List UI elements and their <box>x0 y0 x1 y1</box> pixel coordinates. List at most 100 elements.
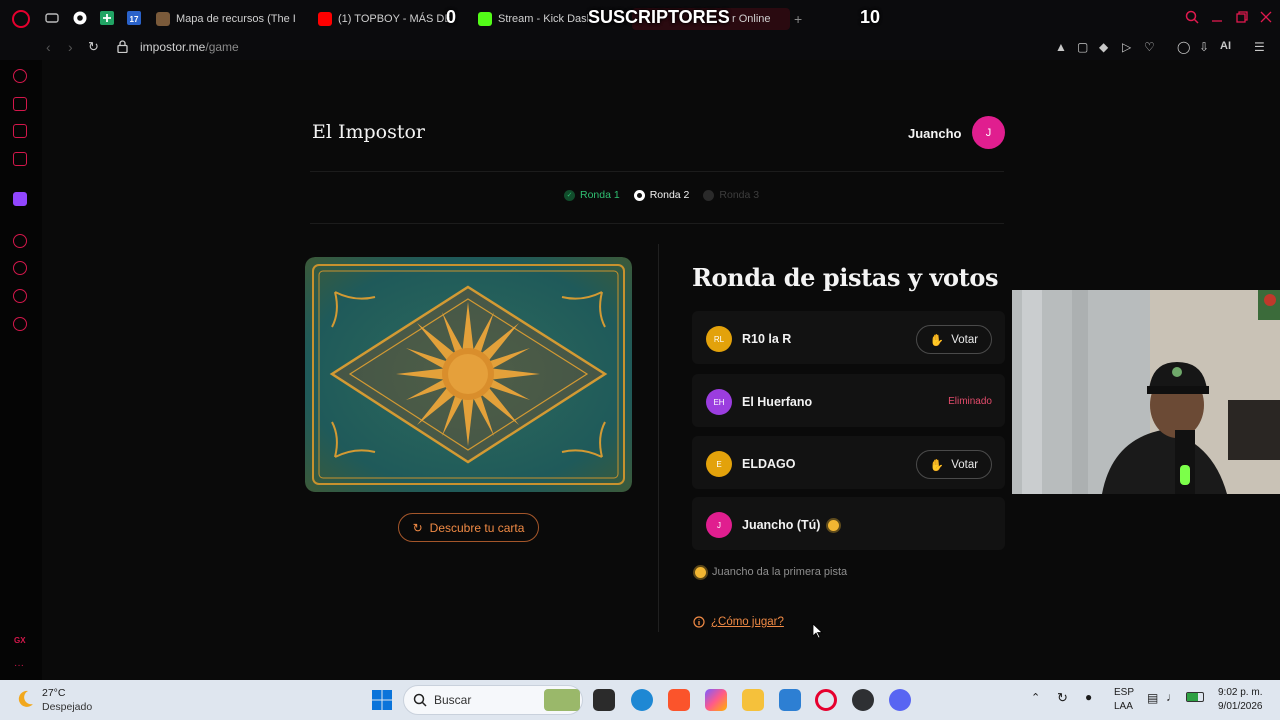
twitch-icon[interactable] <box>13 192 27 206</box>
first-clue-sun-icon <box>828 520 840 532</box>
refresh-icon: ↻ <box>412 520 423 535</box>
microphone-icon[interactable]: ● <box>1085 690 1092 704</box>
round-step-1: ✓ Ronda 1 <box>564 189 620 201</box>
player-name: El Huerfano <box>742 395 813 409</box>
rounds-divider <box>310 223 1004 224</box>
close-icon[interactable] <box>1259 10 1275 26</box>
opera-logo-icon[interactable] <box>12 10 30 28</box>
minimize-icon[interactable] <box>1210 10 1226 26</box>
tray-chevron-up-icon[interactable]: ⌃ <box>1031 691 1040 704</box>
shield-icon[interactable]: ◆ <box>1099 40 1108 54</box>
battery-icon[interactable] <box>1186 692 1204 702</box>
edge-icon[interactable] <box>631 689 653 711</box>
history-icon[interactable] <box>13 261 27 275</box>
url-field[interactable]: impostor.me/game <box>140 40 239 54</box>
language-layout[interactable]: LAA <box>1114 701 1133 712</box>
search-tabs-icon[interactable] <box>1185 10 1201 26</box>
column-divider <box>658 244 659 632</box>
tab-youtube[interactable]: (1) TOPBOY - MÁS DE A <box>318 8 450 30</box>
player-icon[interactable] <box>13 234 27 248</box>
download-icon[interactable]: ⇩ <box>1199 40 1209 54</box>
ai-label: AI <box>1220 40 1231 52</box>
taskbar-search-input[interactable]: Buscar <box>403 685 583 715</box>
messenger-icon[interactable] <box>13 152 27 166</box>
volume-icon[interactable]: ♩ <box>1166 690 1178 704</box>
play-icon[interactable]: ▷ <box>1122 40 1131 54</box>
tray-sync-icon[interactable]: ↻ <box>1057 690 1068 706</box>
gamepad-icon[interactable] <box>44 10 60 26</box>
sheets-icon[interactable] <box>99 10 115 26</box>
calendar-icon[interactable]: 17 <box>126 10 142 26</box>
vote-button[interactable]: ✋ Votar <box>916 450 992 479</box>
browser-sidebar: GX ··· <box>0 60 42 680</box>
windows-taskbar: 27°C Despejado Buscar ⌃ ↻ ● ESP LAA ▤ ♩ … <box>0 680 1280 720</box>
tab-recursos-map[interactable]: Mapa de recursos (The Isl <box>156 8 296 30</box>
clock-time[interactable]: 9:02 p. m. <box>1218 687 1262 698</box>
clock-date[interactable]: 9/01/2026 <box>1218 701 1263 712</box>
player-row-self: J Juancho (Tú) <box>692 497 1005 550</box>
lock-icon[interactable] <box>117 40 128 56</box>
current-round-icon <box>633 189 645 201</box>
store-icon[interactable] <box>13 97 27 111</box>
wallpaper-icon[interactable] <box>13 124 27 138</box>
secret-card-back[interactable] <box>305 257 632 492</box>
user-avatar[interactable]: J <box>972 116 1005 149</box>
task-view-icon[interactable] <box>593 689 615 711</box>
file-explorer-icon[interactable] <box>742 689 764 711</box>
round-step-3: Ronda 3 <box>703 189 759 201</box>
more-icon[interactable]: ··· <box>14 660 24 671</box>
heart-icon[interactable]: ♡ <box>1144 40 1155 54</box>
hand-icon: ✋ <box>929 459 945 472</box>
player-name: ELDAGO <box>742 457 796 471</box>
search-icon <box>413 693 427 710</box>
windows-start-icon[interactable] <box>371 689 393 711</box>
pending-round-icon <box>703 189 715 201</box>
new-tab-button[interactable]: + <box>794 8 802 30</box>
obs-icon[interactable] <box>852 689 874 711</box>
player-name-self: Juancho (Tú) <box>742 518 840 532</box>
restore-icon[interactable] <box>1235 10 1251 26</box>
menu-icon[interactable]: ☰ <box>1254 40 1265 54</box>
snapshot-icon[interactable]: ▢ <box>1077 40 1088 54</box>
search-highlight-icon <box>544 689 580 711</box>
player-avatar: J <box>706 512 732 538</box>
round-label: Ronda 2 <box>649 189 690 201</box>
round-label: Ronda 3 <box>719 189 760 201</box>
tab-kick[interactable]: Stream - Kick Dash <box>478 8 588 30</box>
player-name: R10 la R <box>742 332 792 346</box>
weather-temp[interactable]: 27°C <box>42 687 65 699</box>
brave-icon[interactable] <box>668 689 690 711</box>
player-row: E ELDAGO ✋ Votar <box>692 436 1005 489</box>
tab-label: Mapa de recursos (The Isl <box>176 13 296 25</box>
forward-icon[interactable]: › <box>68 39 73 55</box>
extensions-icon[interactable] <box>13 289 27 303</box>
copilot-icon[interactable] <box>705 689 727 711</box>
back-icon[interactable]: ‹ <box>46 39 51 55</box>
kick-icon <box>478 12 492 26</box>
aria-ai-button[interactable]: AI <box>1220 40 1231 52</box>
overlay-subscribers-label: SUSCRIPTORES <box>588 7 730 27</box>
player-avatar: EH <box>706 389 732 415</box>
account-icon[interactable]: ◯ <box>1177 40 1190 54</box>
reload-icon[interactable]: ↻ <box>88 39 99 55</box>
speed-dial-icon[interactable] <box>13 69 27 83</box>
outlook-icon[interactable] <box>779 689 801 711</box>
first-clue-note: Juancho da la primera pista <box>695 566 847 578</box>
settings-icon[interactable] <box>13 317 27 331</box>
opera-gx-taskbar-icon[interactable] <box>815 689 837 711</box>
chrome-icon[interactable] <box>72 10 88 26</box>
weather-desc[interactable]: Despejado <box>42 701 92 713</box>
pin-icon[interactable]: ▲ <box>1055 40 1067 54</box>
check-icon: ✓ <box>564 189 575 201</box>
language-code[interactable]: ESP <box>1114 687 1134 698</box>
discord-icon[interactable] <box>889 689 911 711</box>
reveal-card-button[interactable]: ↻ Descubre tu carta <box>398 513 539 542</box>
vote-button[interactable]: ✋ Votar <box>916 325 992 354</box>
gx-label[interactable]: GX <box>14 636 26 645</box>
weather-moon-icon[interactable] <box>14 688 36 710</box>
round-step-2: Ronda 2 <box>633 189 690 201</box>
site-title[interactable]: El Impostor <box>312 121 425 143</box>
player-avatar: E <box>706 451 732 477</box>
how-to-play-link[interactable]: ¿Cómo jugar? <box>693 616 784 628</box>
network-icon[interactable]: ▤ <box>1147 691 1158 705</box>
